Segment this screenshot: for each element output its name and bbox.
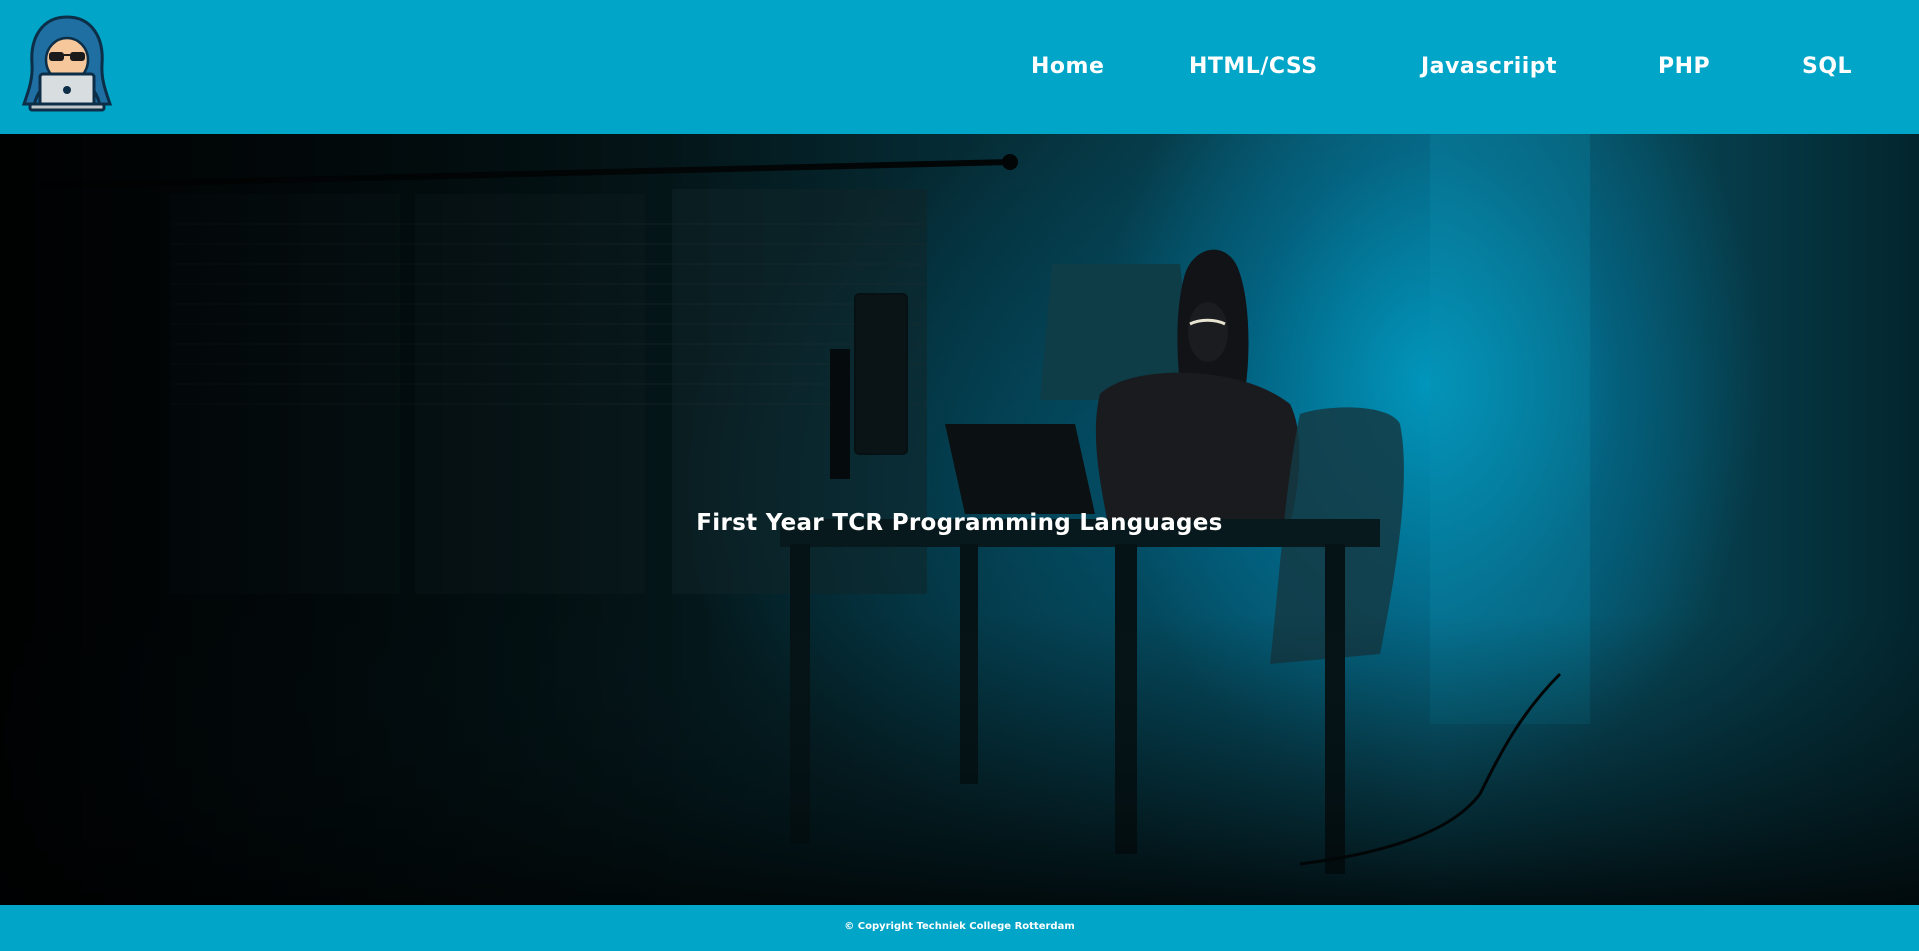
nav-html-css[interactable]: HTML/CSS [1189,54,1318,79]
hero-title: First Year TCR Programming Languages [696,510,1223,536]
page: Home HTML/CSS Javascriipt PHP SQL First … [0,0,1919,951]
copyright-text: © Copyright Techniek College Rotterdam [844,921,1075,932]
nav-php[interactable]: PHP [1658,54,1710,79]
nav-home[interactable]: Home [1031,54,1104,79]
hero-image: First Year TCR Programming Languages [0,134,1919,905]
nav-javascript[interactable]: Javascriipt [1421,54,1557,79]
hacker-with-laptop-icon[interactable] [20,14,114,116]
nav-sql[interactable]: SQL [1802,54,1852,79]
footer: © Copyright Techniek College Rotterdam [0,905,1919,951]
header: Home HTML/CSS Javascriipt PHP SQL [0,0,1919,134]
